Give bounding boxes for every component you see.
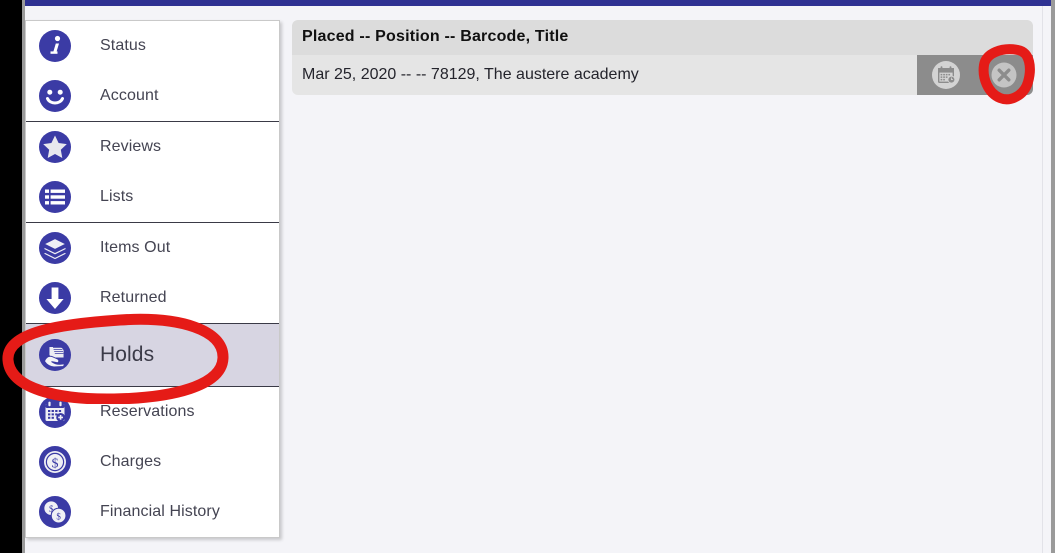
svg-text:$: $ (56, 512, 61, 522)
sidebar-group: Status Account (26, 21, 279, 122)
sidebar-item-label: Financial History (100, 503, 220, 520)
sidebar-item-label: Reviews (100, 138, 162, 155)
sidebar-item-financial-history[interactable]: $ $ Financial History (26, 487, 279, 537)
browser-top-bar (22, 0, 1055, 6)
sidebar-item-reviews[interactable]: Reviews (26, 122, 279, 172)
sidebar-item-label: Reservations (100, 403, 195, 420)
sidebar-item-label: Account (100, 87, 159, 104)
smiley-face-icon (38, 79, 72, 113)
cancel-hold-button[interactable] (975, 55, 1033, 95)
star-circle-icon (38, 130, 72, 164)
patron-account-sidebar: Status Account Reviews Lists Items Out R… (25, 20, 280, 538)
holds-panel: Placed -- Position -- Barcode, Title Mar… (292, 20, 1033, 95)
hand-holding-book-icon (38, 338, 72, 372)
table-row[interactable]: Mar 25, 2020 -- -- 78129, The austere ac… (292, 55, 1033, 95)
right-edge-band (1051, 0, 1055, 553)
app-screen: Status Account Reviews Lists Items Out R… (0, 0, 1055, 553)
sidebar-item-label: Status (100, 37, 146, 54)
list-circle-icon (38, 180, 72, 214)
sidebar-item-charges[interactable]: $ Charges (26, 437, 279, 487)
sidebar-item-lists[interactable]: Lists (26, 172, 279, 222)
holds-table-header: Placed -- Position -- Barcode, Title (292, 20, 1033, 55)
dollar-coin-icon: $ (38, 445, 72, 479)
page-canvas: Status Account Reviews Lists Items Out R… (22, 6, 1043, 553)
sidebar-group: Reviews Lists (26, 122, 279, 223)
sidebar-group: Holds (26, 324, 279, 387)
sidebar-item-account[interactable]: Account (26, 71, 279, 121)
sidebar-item-label: Holds (100, 343, 155, 366)
calendar-clock-icon (931, 60, 961, 90)
calendar-circle-icon (38, 395, 72, 429)
sidebar-item-label: Charges (100, 453, 162, 470)
main-content: Placed -- Position -- Barcode, Title Mar… (292, 20, 1033, 95)
sidebar-item-reservations[interactable]: Reservations (26, 387, 279, 437)
down-arrow-circle-icon (38, 281, 72, 315)
sidebar-item-status[interactable]: Status (26, 21, 279, 71)
sidebar-item-label: Returned (100, 289, 167, 306)
left-edge-divider (22, 0, 25, 553)
sidebar-item-label: Items Out (100, 239, 171, 256)
two-coins-icon: $ $ (38, 495, 72, 529)
info-circle-icon (38, 29, 72, 63)
book-stack-icon (38, 231, 72, 265)
sidebar-group: Items Out Returned (26, 223, 279, 324)
sidebar-item-label: Lists (100, 188, 134, 205)
row-action-group (917, 55, 1033, 95)
left-edge-band (0, 0, 22, 553)
sidebar-group: Reservations $ Charges $ $ Financial His… (26, 387, 279, 537)
svg-text:$: $ (52, 456, 59, 471)
cancel-x-circle-icon (989, 60, 1019, 90)
sidebar-item-items-out[interactable]: Items Out (26, 223, 279, 273)
suspend-hold-button[interactable] (917, 55, 975, 95)
hold-row-text: Mar 25, 2020 -- -- 78129, The austere ac… (302, 66, 639, 83)
sidebar-item-holds[interactable]: Holds (26, 324, 279, 386)
sidebar-item-returned[interactable]: Returned (26, 273, 279, 323)
